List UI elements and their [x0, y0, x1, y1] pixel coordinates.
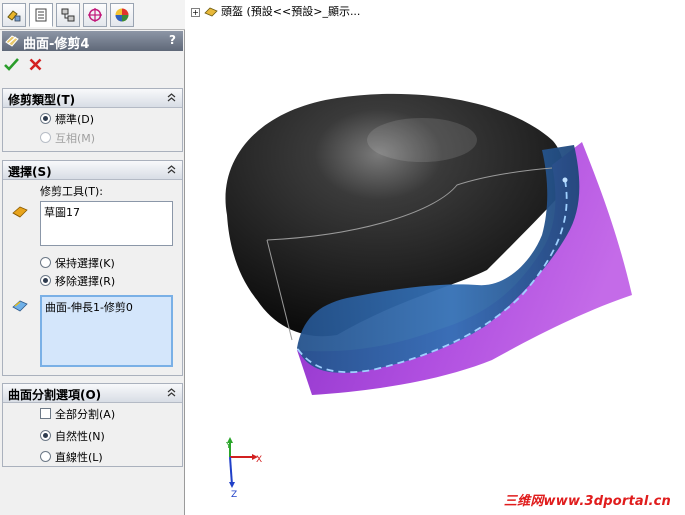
pieces-flag-icon — [12, 300, 28, 312]
collapse-chevron-icon[interactable] — [166, 387, 177, 398]
collapse-chevron-icon[interactable] — [166, 164, 177, 175]
trim-tool-listbox[interactable]: 草圖17 — [40, 201, 173, 246]
part-name[interactable]: 頭盔 (預設<<預設>_顯示... — [221, 5, 360, 18]
configuration-manager-tab[interactable] — [56, 3, 80, 27]
standard-radio[interactable] — [40, 113, 51, 124]
expand-toggle[interactable]: + — [191, 7, 200, 17]
axis-x-label: X — [256, 455, 262, 465]
mutual-label: 互相(M) — [55, 132, 96, 145]
dimxpert-manager-tab[interactable] — [83, 3, 107, 27]
surface-split-title: 曲面分割選項(O) — [8, 388, 102, 402]
manager-tab-bar — [0, 0, 185, 30]
trim-tool-item[interactable]: 草圖17 — [44, 204, 80, 220]
property-manager-panel: 曲面-修剪4 ? 修剪類型(T) 標準(D) 互相(M) 選擇(S) 修剪工具(… — [0, 0, 185, 515]
remove-selections-radio[interactable] — [40, 275, 51, 286]
sketch-point[interactable] — [562, 177, 568, 183]
keep-selections-label: 保持選擇(K) — [55, 257, 115, 270]
axis-z-label: Z — [231, 490, 237, 499]
split-all-label: 全部分割(A) — [55, 408, 116, 421]
pieces-item[interactable]: 曲面-伸長1-修剪0 — [45, 299, 133, 315]
surface-split-options-group: 曲面分割選項(O) 全部分割(A) 自然性(N) 直線性(L) — [2, 383, 183, 467]
x-icon — [29, 58, 42, 71]
property-sheet-icon — [35, 8, 47, 22]
collapse-chevron-icon[interactable] — [166, 92, 177, 103]
standard-label: 標準(D) — [55, 113, 95, 126]
part-icon — [203, 7, 218, 17]
axis-y-label: Y — [225, 441, 231, 450]
mutual-radio[interactable] — [40, 132, 51, 143]
crosshair-icon — [88, 8, 102, 22]
ok-button[interactable] — [4, 56, 19, 75]
selections-group: 選擇(S) 修剪工具(T): 草圖17 保持選擇(K) 移除選擇(R) 曲面-伸… — [2, 160, 183, 376]
display-manager-tab[interactable] — [110, 3, 134, 27]
view-triad: Y X Z — [225, 437, 262, 499]
graphics-viewport[interactable]: + 頭盔 (預設<<預設>_顯示... Y X Z 三维网www.3dporta… — [187, 0, 685, 515]
remove-selections-label: 移除選擇(R) — [55, 275, 116, 288]
natural-radio[interactable] — [40, 430, 51, 441]
trim-surface-icon — [5, 35, 19, 47]
configuration-icon — [61, 8, 75, 22]
trim-tool-label: 修剪工具(T): — [40, 185, 104, 198]
linear-radio[interactable] — [40, 451, 51, 462]
cancel-button[interactable] — [29, 56, 42, 75]
feature-manager-tab[interactable] — [2, 3, 26, 27]
trim-type-header[interactable]: 修剪類型(T) — [3, 89, 182, 108]
trim-type-title: 修剪類型(T) — [8, 93, 76, 107]
help-button[interactable]: ? — [169, 33, 176, 47]
pieces-to-remove-listbox[interactable]: 曲面-伸長1-修剪0 — [40, 295, 173, 367]
keep-selections-radio[interactable] — [40, 257, 51, 268]
check-icon — [4, 58, 19, 71]
body-highlight — [367, 118, 477, 162]
feature-tree-icon — [7, 10, 21, 22]
selection-flag-icon — [12, 206, 28, 218]
property-manager-tab[interactable] — [29, 3, 53, 27]
property-manager-title-bar: 曲面-修剪4 ? — [2, 31, 183, 52]
trim-type-group: 修剪類型(T) 標準(D) 互相(M) — [2, 88, 183, 152]
feature-tree-flyout[interactable]: + 頭盔 (預設<<預設>_顯示... — [191, 3, 360, 19]
watermark: 三维网www.3dportal.cn — [503, 494, 671, 509]
selections-header[interactable]: 選擇(S) — [3, 161, 182, 180]
natural-label: 自然性(N) — [55, 430, 105, 443]
selections-title: 選擇(S) — [8, 165, 52, 179]
linear-label: 直線性(L) — [55, 451, 103, 464]
split-all-checkbox[interactable] — [40, 408, 51, 419]
color-wheel-icon — [115, 8, 129, 22]
surface-split-header[interactable]: 曲面分割選項(O) — [3, 384, 182, 403]
feature-title: 曲面-修剪4 — [23, 37, 90, 52]
